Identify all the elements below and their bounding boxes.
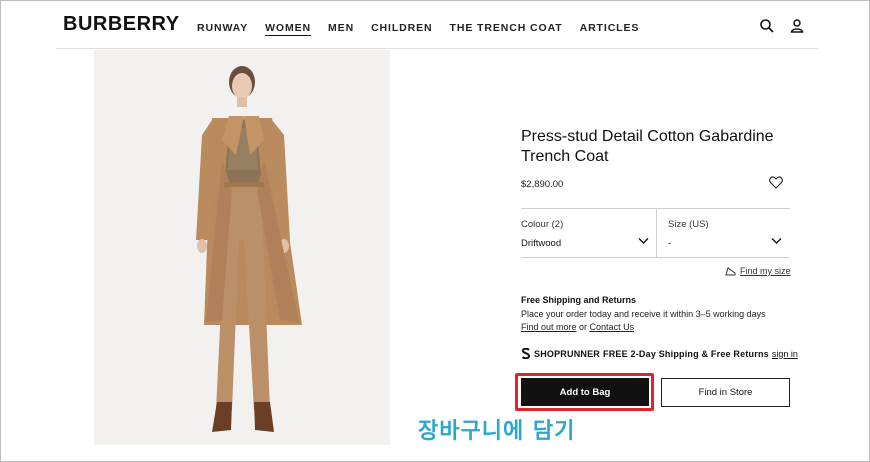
size-select[interactable]: Size (US) - [657, 208, 790, 258]
nav-item-children[interactable]: CHILDREN [371, 22, 432, 36]
brand-logo[interactable]: BURBERRY [63, 13, 180, 36]
nav-item-runway[interactable]: RUNWAY [197, 22, 248, 36]
shoprunner-sign-in-link[interactable]: sign in [772, 349, 798, 359]
size-label: Size (US) [668, 219, 709, 230]
search-icon[interactable] [759, 18, 775, 34]
add-to-bag-button[interactable]: Add to Bag [521, 378, 649, 406]
shoprunner-logo-icon [521, 348, 531, 359]
find-out-more-link[interactable]: Find out more [521, 322, 577, 332]
size-value: - [668, 238, 672, 249]
site-header: BURBERRY RUNWAY WOMEN MEN CHILDREN THE T… [56, 1, 818, 49]
account-icon[interactable] [789, 18, 805, 34]
nav-item-men[interactable]: MEN [328, 22, 354, 36]
nav-item-articles[interactable]: ARTICLES [580, 22, 640, 36]
shoprunner-brand: SHOPRUNNER [534, 348, 601, 359]
find-my-size-link[interactable]: Find my size [725, 266, 791, 276]
shipping-or: or [576, 322, 590, 332]
chevron-down-icon [638, 238, 649, 244]
find-my-size-label: Find my size [740, 266, 791, 276]
shoprunner-banner: SHOPRUNNER FREE 2-Day Shipping & Free Re… [521, 348, 798, 359]
product-photo [94, 50, 390, 445]
contact-us-link[interactable]: Contact Us [590, 322, 635, 332]
annotation-caption: 장바구니에 담기 [418, 419, 576, 444]
product-title: Press-stud Detail Cotton Gabardine Trenc… [521, 128, 774, 165]
shipping-text: Place your order today and receive it wi… [521, 309, 766, 319]
ruler-icon [725, 266, 736, 275]
wishlist-heart-icon[interactable] [769, 176, 783, 189]
chevron-down-icon [771, 238, 782, 244]
colour-select[interactable]: Colour (2) Driftwood [521, 208, 657, 258]
find-in-store-button[interactable]: Find in Store [661, 378, 790, 407]
main-nav: RUNWAY WOMEN MEN CHILDREN THE TRENCH COA… [197, 22, 656, 36]
nav-item-women[interactable]: WOMEN [265, 22, 312, 36]
product-price: $2,890.00 [521, 179, 564, 190]
shipping-title: Free Shipping and Returns [521, 295, 637, 305]
page-frame: BURBERRY RUNWAY WOMEN MEN CHILDREN THE T… [0, 0, 870, 462]
colour-value: Driftwood [521, 238, 562, 249]
shoprunner-text: FREE 2-Day Shipping & Free Returns [603, 348, 769, 359]
nav-item-trench-coat[interactable]: THE TRENCH COAT [450, 22, 563, 36]
colour-label: Colour (2) [521, 219, 564, 230]
shipping-links: Find out more or Contact Us [521, 322, 634, 332]
